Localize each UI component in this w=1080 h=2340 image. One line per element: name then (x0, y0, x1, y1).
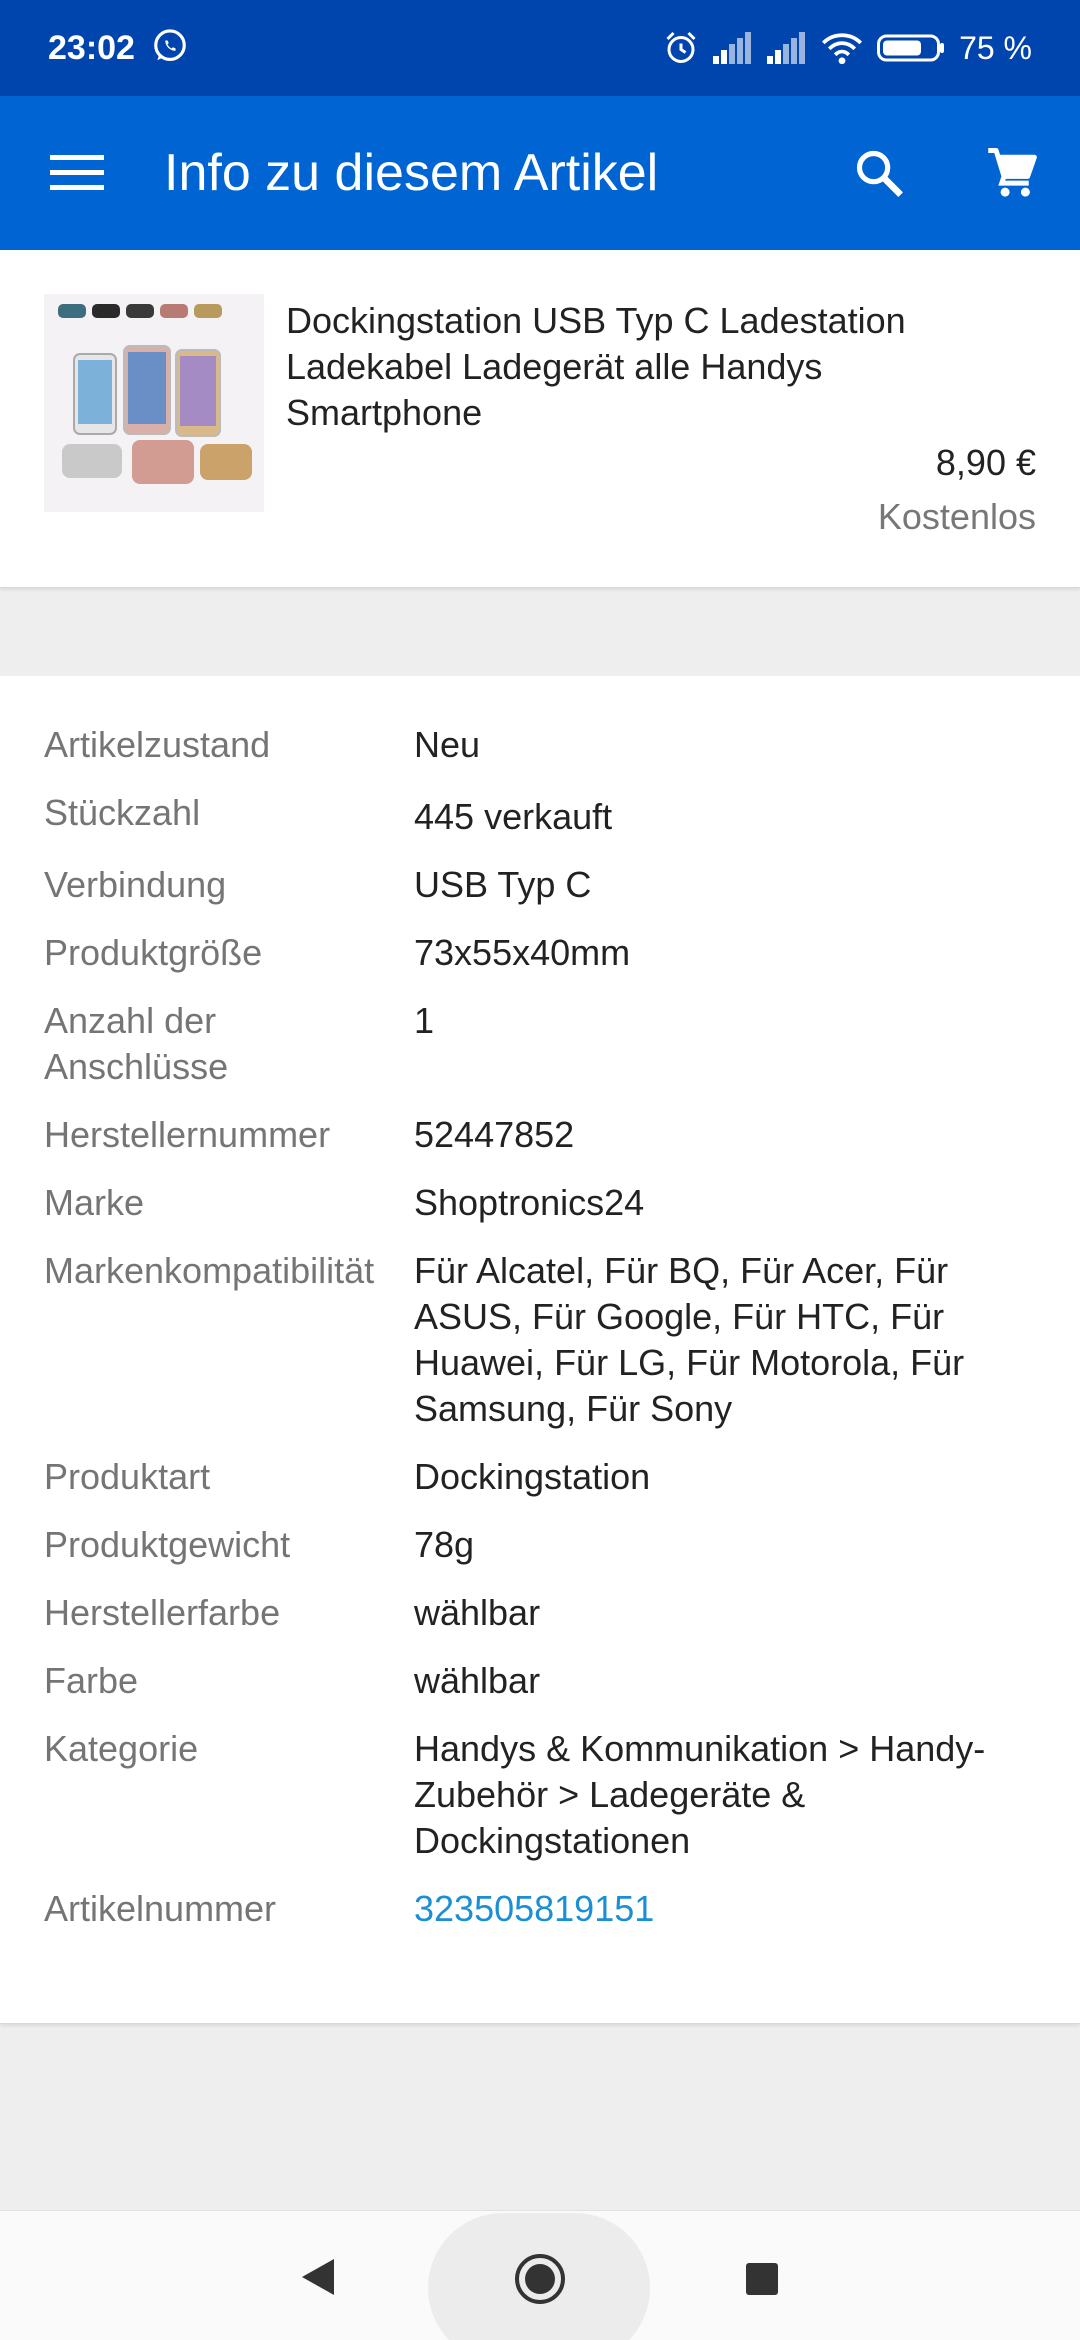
back-icon (302, 2259, 334, 2295)
spec-row: Produktart Dockingstation (0, 1454, 1080, 1500)
wifi-icon (821, 31, 863, 65)
spec-value: 78g (414, 1524, 475, 1565)
spec-row: Produktgewicht 78g (0, 1522, 1080, 1568)
spec-row: Produktgröße 73x55x40mm (0, 930, 1080, 976)
signal-icon (767, 32, 807, 64)
battery-icon (877, 33, 945, 63)
whatsapp-icon (151, 27, 189, 70)
item-specifics: Artikelzustand Neu Stückzahl 445 verkauf… (0, 676, 1080, 2024)
spec-row: Stückzahl 445 verkauft (0, 790, 1080, 840)
spec-row: Anzahl der Anschlüsse 1 (0, 998, 1080, 1090)
spec-row: Verbindung USB Typ C (0, 862, 1080, 908)
spec-value: wählbar (414, 1592, 541, 1633)
spec-label: Farbe (44, 1660, 139, 1701)
recents-icon (746, 2263, 778, 2295)
spec-value: 445 verkauft (414, 796, 613, 837)
spec-label: Produktgewicht (44, 1524, 291, 1565)
spec-label: Produktgröße (44, 932, 263, 973)
battery-percent: 75 % (959, 29, 1032, 66)
spec-label: Artikelnummer (44, 1888, 277, 1929)
spec-label: Verbindung (44, 864, 227, 905)
back-button[interactable] (288, 2239, 348, 2315)
page-title: Info zu diesem Artikel (164, 144, 659, 202)
spec-label: Stückzahl (44, 792, 201, 833)
menu-icon (50, 155, 104, 190)
product-price: 8,90 € (935, 442, 1036, 483)
search-icon (856, 150, 903, 197)
product-title: Dockingstation USB Typ C Ladestation Lad… (286, 300, 906, 433)
recents-button[interactable] (732, 2249, 792, 2309)
spec-label: Herstellerfarbe (44, 1592, 281, 1633)
status-bar: 23:02 75 % (0, 0, 1080, 96)
status-time: 23:02 (48, 28, 135, 67)
spec-label: Kategorie (44, 1728, 199, 1769)
spec-label: Anzahl der Anschlüsse (44, 1000, 229, 1087)
app-bar: Info zu diesem Artikel (0, 96, 1080, 250)
spec-row: Artikelzustand Neu (0, 722, 1080, 768)
cart-icon (988, 148, 1037, 197)
spec-value: Handys & Kommunikation > Handy-Zubehör >… (414, 1728, 986, 1861)
product-summary[interactable]: Dockingstation USB Typ C Ladestation Lad… (0, 250, 1080, 588)
spec-label: Markenkompatibilität (44, 1250, 375, 1291)
spec-value: Dockingstation (414, 1456, 651, 1497)
spec-row: Markenkompatibilität Für Alcatel, Für BQ… (0, 1248, 1080, 1432)
spec-row: Artikelnummer 323505819151 (0, 1886, 1080, 1932)
shipping-cost: Kostenlos (877, 496, 1036, 537)
spec-row: Marke Shoptronics24 (0, 1180, 1080, 1226)
alarm-icon (663, 30, 699, 66)
spec-label: Marke (44, 1182, 145, 1223)
spec-value: USB Typ C (414, 864, 592, 905)
spec-value: Neu (414, 724, 481, 765)
spec-value: Shoptronics24 (414, 1182, 645, 1223)
spec-label: Herstellernummer (44, 1114, 331, 1155)
spec-value: 1 (414, 1000, 435, 1041)
home-button[interactable] (508, 2247, 572, 2311)
spec-row: Farbe wählbar (0, 1658, 1080, 1704)
menu-button[interactable] (0, 96, 154, 250)
spec-value: 73x55x40mm (414, 932, 631, 973)
spec-label: Artikelzustand (44, 724, 271, 765)
home-icon (515, 2254, 565, 2304)
spec-value: Für Alcatel, Für BQ, Für Acer, Für ASUS,… (414, 1250, 965, 1429)
system-nav-bar (0, 2210, 1080, 2340)
spec-label: Produktart (44, 1456, 211, 1497)
spec-row: Herstellernummer 52447852 (0, 1112, 1080, 1158)
item-number-link[interactable]: 323505819151 (414, 1886, 1034, 1932)
signal-icon (713, 32, 753, 64)
spec-row: Kategorie Handys & Kommunikation > Handy… (0, 1726, 1080, 1864)
spec-value: 52447852 (414, 1114, 575, 1155)
cart-button[interactable] (946, 96, 1080, 250)
search-button[interactable] (812, 96, 946, 250)
product-image (44, 294, 264, 512)
spec-row: Herstellerfarbe wählbar (0, 1590, 1080, 1636)
spec-value: wählbar (414, 1660, 541, 1701)
